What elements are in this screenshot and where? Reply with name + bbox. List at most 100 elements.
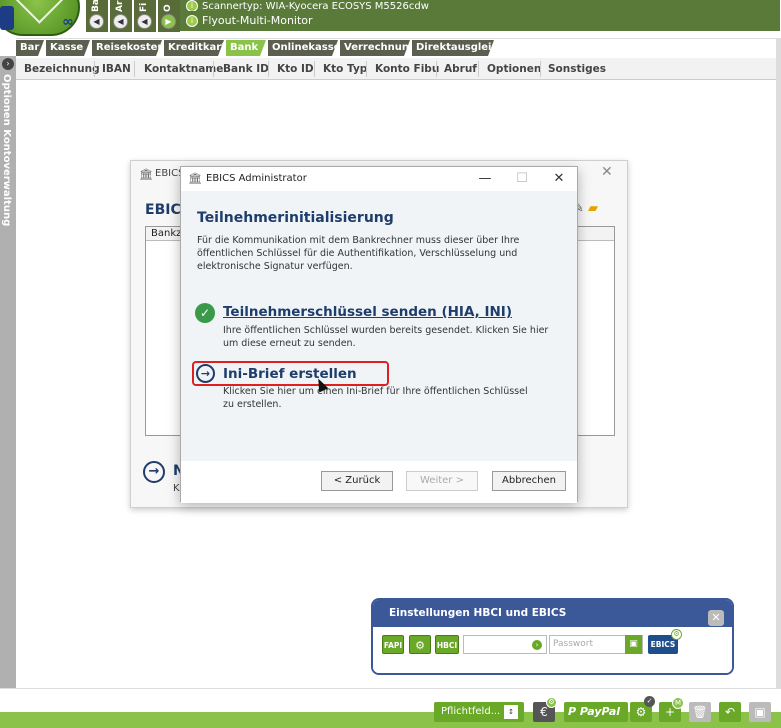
col-separator xyxy=(94,61,95,77)
checkmark-icon: ✓ xyxy=(195,303,215,323)
logo-blue-tab xyxy=(0,6,14,30)
dialog-title: EBICS Administrator xyxy=(206,173,307,184)
vertical-tab-ar[interactable]: Ar ◀ xyxy=(110,0,132,32)
col-sonstiges[interactable]: Sonstiges xyxy=(548,58,606,80)
infinity-icon: ∞ xyxy=(62,14,74,30)
maximize-icon: ☐ xyxy=(516,171,528,186)
next-arrow-icon[interactable]: → xyxy=(143,461,165,483)
dialog-footer: < Zurück Weiter > Abbrechen xyxy=(181,461,577,503)
close-icon[interactable]: ✕ xyxy=(708,610,724,626)
send-keys-description: Ihre öffentlichen Schlüssel wurden berei… xyxy=(223,325,549,349)
required-fields-button[interactable]: Pflichtfeld... ↕ xyxy=(434,702,524,722)
back-button[interactable]: < Zurück xyxy=(321,471,393,491)
tab-kreditkarte[interactable]: Kreditkarte xyxy=(164,40,224,56)
hbci-account-input[interactable]: › xyxy=(463,635,547,654)
trash-icon[interactable]: 🗑 xyxy=(689,702,711,722)
col-kto-id[interactable]: Kto ID xyxy=(277,58,314,80)
arrow-dot-icon[interactable]: › xyxy=(532,640,542,650)
expand-arrow-icon[interactable]: › xyxy=(2,58,14,70)
info-dot-icon: i xyxy=(186,0,198,11)
vertical-tab-fi[interactable]: Fi ◀ xyxy=(134,0,156,32)
save-icon[interactable]: ▣ xyxy=(625,635,642,654)
vertical-tab-label: Ba xyxy=(91,0,101,12)
col-abruf[interactable]: Abruf xyxy=(444,58,477,80)
tab-bar-cash[interactable]: Bar xyxy=(16,40,44,56)
col-separator xyxy=(540,61,541,77)
col-bank-id[interactable]: Bank ID xyxy=(223,58,269,80)
col-separator xyxy=(478,61,479,77)
dialog-body: Teilnehmerinitialisierung Für die Kommun… xyxy=(181,191,577,461)
link-icon[interactable]: ⚙ xyxy=(409,635,431,654)
bg-next-sub: K xyxy=(173,483,180,494)
hbci-panel-title: Einstellungen HBCI und EBICS xyxy=(373,600,732,627)
col-separator xyxy=(268,61,269,77)
minimize-icon[interactable]: — xyxy=(470,169,500,189)
check-badge-icon: ✓ xyxy=(644,696,655,707)
hbci-ebics-settings-panel: Einstellungen HBCI und EBICS ✕ FAPI ⚙ HB… xyxy=(371,598,734,675)
right-edge-scrollbar[interactable] xyxy=(776,38,781,728)
paypal-icon: P xyxy=(568,705,580,718)
bank-icon: 🏛 xyxy=(188,172,202,185)
cancel-button[interactable]: Abbrechen xyxy=(492,471,566,491)
dialog-titlebar[interactable]: 🏛 EBICS Administrator — ☐ ✕ xyxy=(181,167,577,191)
col-kontaktname[interactable]: Kontaktname xyxy=(144,58,223,80)
tab-bar: Bar Kasse Reisekosten Kreditkarte Bank O… xyxy=(16,38,781,56)
col-bezeichnung[interactable]: Bezeichnung xyxy=(24,58,100,80)
tab-reisekosten[interactable]: Reisekosten xyxy=(92,40,162,56)
play-circle-icon[interactable]: ▶ xyxy=(161,14,176,29)
col-kto-typ[interactable]: Kto Typ xyxy=(323,58,367,80)
col-separator xyxy=(366,61,367,77)
undo-icon[interactable]: ↶ xyxy=(719,702,741,722)
tab-verrechnung[interactable]: Verrechnung xyxy=(340,40,410,56)
tab-onlinekasse[interactable]: Onlinekasse xyxy=(268,40,338,56)
vertical-tab-ba[interactable]: Ba ◀ xyxy=(86,0,108,32)
next-button[interactable]: Weiter > xyxy=(406,471,478,491)
hbci-panel-body: FAPI ⚙ HBCI › Passwort ▣ EBICS ⚙ xyxy=(373,627,732,673)
fapi-button[interactable]: FAPI xyxy=(382,635,404,654)
info-dot-icon: i xyxy=(186,15,198,27)
create-ini-letter-link[interactable]: Ini-Brief erstellen xyxy=(223,366,357,382)
sidebar-label: Optionen Kontoverwaltung xyxy=(1,74,12,227)
bank-icon: 🏛 xyxy=(139,168,153,181)
vertical-tab-label: Fi xyxy=(139,2,149,12)
gear-badge-icon[interactable]: ⚙ xyxy=(546,697,557,708)
back-circle-icon[interactable]: ◀ xyxy=(89,14,104,29)
tab-bank[interactable]: Bank xyxy=(226,40,266,56)
dialog-heading: Teilnehmerinitialisierung xyxy=(197,210,394,226)
table-header: Bezeichnung IBAN Kontaktname Bank ID Kto… xyxy=(16,58,781,80)
back-circle-icon[interactable]: ◀ xyxy=(137,14,152,29)
paypal-button[interactable]: P PayPal xyxy=(564,702,628,722)
monitor-row[interactable]: i Flyout-Multi-Monitor xyxy=(180,11,780,31)
left-sidebar[interactable]: › Optionen Kontoverwaltung xyxy=(0,56,16,712)
logo-chevron-icon xyxy=(8,0,68,24)
tab-kasse[interactable]: Kasse xyxy=(46,40,90,56)
hbci-button[interactable]: HBCI xyxy=(435,635,459,654)
col-separator xyxy=(213,61,214,77)
col-separator xyxy=(134,61,135,77)
col-iban[interactable]: IBAN xyxy=(102,58,131,80)
col-separator xyxy=(314,61,315,77)
vertical-tab-o[interactable]: O ▶ xyxy=(158,0,180,32)
close-icon[interactable]: ✕ xyxy=(544,169,574,189)
create-ini-letter-description: Klicken Sie hier um einen Ini-Brief für … xyxy=(223,386,528,410)
tab-direktausgleich[interactable]: Direktausgleich xyxy=(412,40,494,56)
ebics-administrator-dialog: 🏛 EBICS Administrator — ☐ ✕ Teilnehmerin… xyxy=(180,166,578,503)
scanner-text: Scannertyp: WIA-Kyocera ECOSYS M5526cdw xyxy=(202,1,429,11)
send-keys-link[interactable]: Teilnehmerschlüssel senden (HIA, INI) xyxy=(223,304,512,320)
folder-icon[interactable]: ▰ xyxy=(588,201,598,216)
vertical-tab-label: O xyxy=(163,4,173,12)
col-konto-fibu[interactable]: Konto Fibu xyxy=(375,58,439,80)
monitor-text: Flyout-Multi-Monitor xyxy=(202,14,313,27)
back-circle-icon[interactable]: ◀ xyxy=(113,14,128,29)
col-separator xyxy=(436,61,437,77)
sort-icon: ↕ xyxy=(504,705,518,719)
dialog-intro-text: Für die Kommunikation mit dem Bankrechne… xyxy=(197,235,520,272)
gear-badge-icon[interactable]: ⚙ xyxy=(671,629,682,640)
arrow-right-circle-icon[interactable]: → xyxy=(196,364,215,383)
col-optionen[interactable]: Optionen xyxy=(487,58,541,80)
paypal-label: PayPal xyxy=(579,705,621,718)
close-icon[interactable]: ✕ xyxy=(601,164,613,180)
save-disk-icon[interactable]: ▣ xyxy=(749,702,771,722)
top-bar: ∞ Ba ◀ Ar ◀ Fi ◀ O ▶ i Scannertyp: WIA-Ky… xyxy=(0,0,781,36)
scanner-row[interactable]: i Scannertyp: WIA-Kyocera ECOSYS M5526cdw xyxy=(180,0,780,11)
